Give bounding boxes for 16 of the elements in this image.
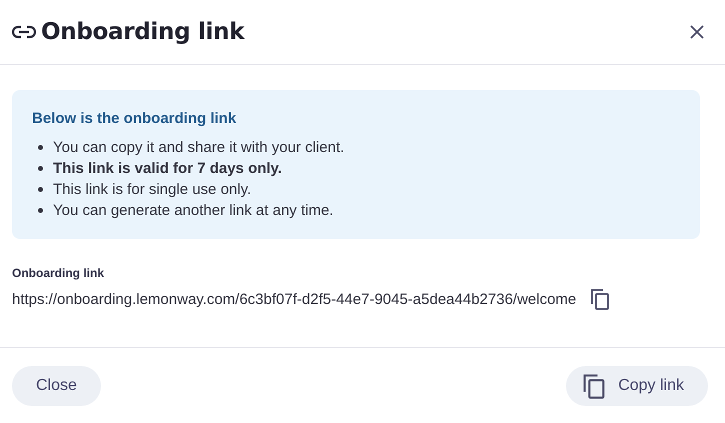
field-label: Onboarding link (12, 266, 105, 280)
bullet-icon (38, 166, 43, 171)
bullet-icon (38, 187, 43, 192)
info-item: This link is valid for 7 days only. (53, 160, 282, 177)
close-icon[interactable] (689, 24, 705, 40)
copy-link-button[interactable]: Copy link (566, 366, 708, 406)
info-item: This link is for single use only. (53, 181, 252, 198)
dialog-title: Onboarding link (41, 19, 244, 45)
info-item: You can generate another link at any time. (53, 202, 334, 219)
bullet-icon (38, 208, 43, 213)
link-icon (12, 25, 36, 39)
info-heading: Below is the onboarding link (32, 110, 238, 127)
close-button[interactable]: Close (12, 366, 101, 406)
bullet-icon (38, 145, 43, 150)
info-item: You can copy it and share it with your client. (53, 139, 344, 156)
link-url: https://onboarding.lemonway.com/6c3bf07f-d2f5-44e7-9045-a5dea44b2736/welcome (12, 290, 576, 308)
